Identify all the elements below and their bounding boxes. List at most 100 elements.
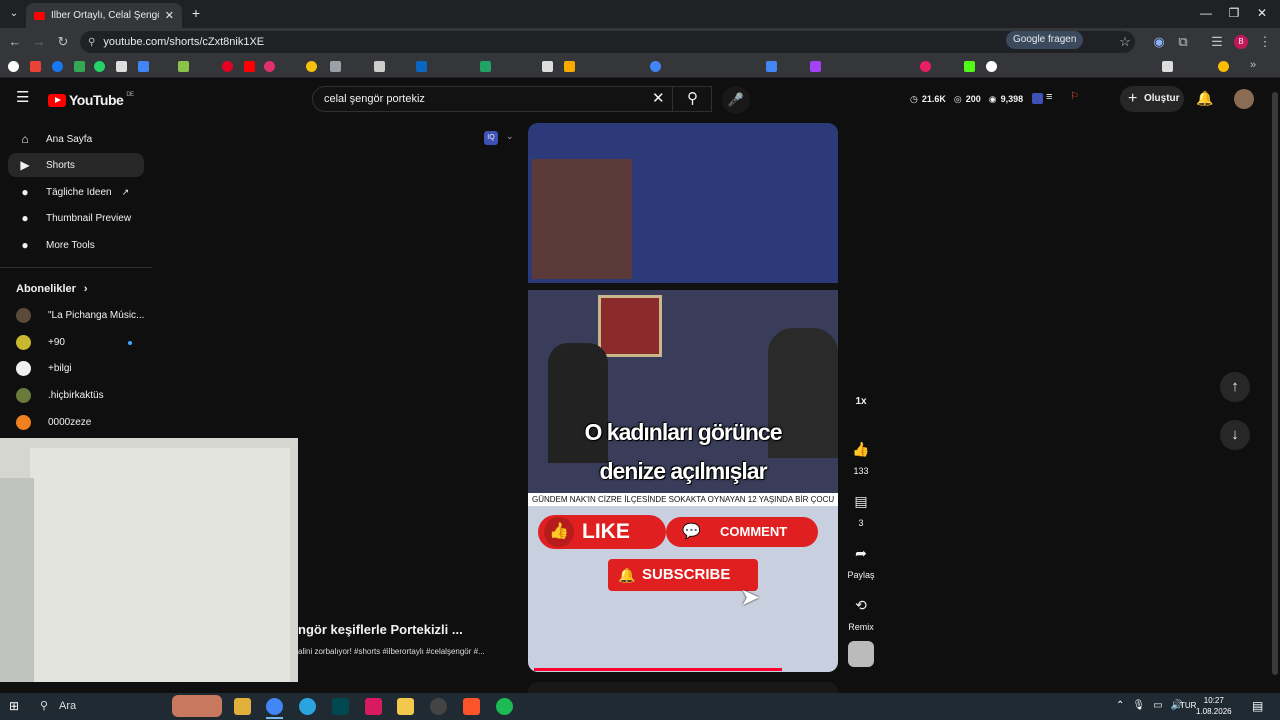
back-icon[interactable]: ← — [6, 33, 24, 51]
previous-short-button[interactable]: ↑ — [1220, 372, 1250, 402]
obs-icon[interactable] — [430, 698, 447, 715]
create-button[interactable]: + Oluştur — [1120, 86, 1184, 112]
acrobat-icon[interactable] — [365, 698, 382, 715]
tab-list-icon[interactable]: ⌄ — [6, 6, 22, 22]
share-button[interactable]: ➦ Paylaş — [846, 540, 876, 580]
subscriptions-header[interactable]: Abonelikler › — [16, 283, 88, 295]
extension-icon[interactable]: ◉ — [1150, 33, 1168, 51]
forward-icon[interactable]: → — [30, 33, 48, 51]
remix-button[interactable]: ⟲ Remix — [848, 592, 874, 632]
browser-tab[interactable]: İlber Ortaylı, Celal Şengör keşifl ✕ — [26, 3, 182, 28]
comments-button[interactable]: ▤ 3 — [848, 488, 874, 528]
profile-avatar-icon[interactable]: B — [1234, 35, 1248, 49]
subscription-item[interactable]: 0000zeze — [16, 413, 91, 431]
new-tab-icon[interactable]: + — [188, 5, 204, 21]
tab-close-icon[interactable]: ✕ — [165, 9, 174, 22]
restore-icon[interactable]: ❐ — [1224, 5, 1244, 21]
subscription-item[interactable]: "La Pichanga Músic... — [16, 306, 144, 324]
next-short-button[interactable]: ↓ — [1220, 420, 1250, 450]
menu-hamburger-icon[interactable]: ☰ — [16, 90, 32, 106]
subscription-item[interactable]: +90 — [16, 333, 65, 351]
sound-thumbnail[interactable] — [848, 641, 874, 667]
bookmark-notes-icon[interactable] — [564, 61, 575, 72]
audition-icon[interactable] — [332, 698, 349, 715]
brave-icon[interactable] — [463, 698, 480, 715]
reload-icon[interactable]: ↻ — [54, 33, 72, 51]
address-bar[interactable]: ⚲ youtube.com/shorts/cZxt8nik1XE — [80, 31, 1135, 53]
clear-search-icon[interactable]: ✕ — [652, 91, 665, 107]
short-title[interactable]: ngör keşiflerle Portekizli ... — [298, 622, 463, 637]
sidebar-item-more-tools[interactable]: ● More Tools — [8, 233, 144, 257]
bookmark-docs-icon[interactable] — [766, 61, 777, 72]
network-icon[interactable]: ▭ — [1153, 700, 1162, 711]
bookmark-capcut-icon[interactable] — [1162, 61, 1173, 72]
bookmark-pinterest-icon[interactable] — [222, 61, 233, 72]
windows-start-icon[interactable]: ⊞ — [9, 700, 22, 713]
site-info-icon[interactable]: ⚲ — [88, 37, 95, 48]
vidiq-chevron-icon[interactable]: ⌄ — [506, 131, 514, 142]
google-lens-button[interactable]: Google fragen — [1006, 31, 1084, 49]
reading-list-icon[interactable]: ☰ — [1208, 33, 1226, 51]
bookmark-globe-icon[interactable] — [650, 61, 661, 72]
bookmark-music-icon[interactable] — [920, 61, 931, 72]
notification-center-icon[interactable]: ▤ — [1252, 699, 1263, 713]
vidiq-menu-icon[interactable]: IQ — [484, 131, 498, 145]
short-video-player[interactable]: GÜNDEM NAK'IN CİZRE İLÇESİNDE SOKAKTA OY… — [528, 123, 838, 672]
bookmark-gmail-icon[interactable] — [30, 61, 41, 72]
subscription-item[interactable]: +bilgi — [16, 359, 72, 377]
search-button[interactable]: ⚲ — [672, 86, 712, 112]
bookmark-edit-icon[interactable] — [542, 61, 553, 72]
list-icon[interactable]: ≡ — [1046, 91, 1052, 103]
video-progress-bar[interactable] — [534, 668, 782, 671]
short-tags[interactable]: alini zorbalıyor! #shorts #ilberortaylı … — [298, 647, 485, 656]
bookmark-media-icon[interactable] — [810, 61, 821, 72]
bookmark-facebook-icon[interactable] — [52, 61, 63, 72]
bookmark-x-icon[interactable] — [116, 61, 127, 72]
subscription-item[interactable]: .hiçbirkaktüs — [16, 386, 104, 404]
microphone-icon[interactable]: 🎙 — [1132, 700, 1145, 711]
system-tray[interactable]: ⌃ 🎙 ▭ 🔊 — [1116, 700, 1183, 711]
bookmark-google-icon[interactable] — [8, 61, 19, 72]
bookmark-linkedin-icon[interactable] — [416, 61, 427, 72]
page-scrollbar[interactable] — [1272, 92, 1278, 675]
bookmark-star-icon[interactable]: ☆ — [1116, 33, 1134, 51]
sidebar-item-thumbnail-preview[interactable]: ● Thumbnail Preview — [8, 206, 144, 230]
browser-menu-icon[interactable]: ⋮ — [1256, 33, 1274, 51]
chrome-icon[interactable] — [266, 698, 283, 715]
bookmark-folder-icon[interactable] — [330, 61, 341, 72]
file-explorer-icon[interactable] — [234, 698, 251, 715]
sidebar-item-shorts[interactable]: ▶ Shorts — [8, 153, 144, 177]
spotify-icon[interactable] — [496, 698, 513, 715]
extensions-puzzle-icon[interactable]: ⧉ — [1174, 33, 1192, 51]
language-indicator[interactable]: TUR — [1180, 701, 1196, 710]
bookmark-sheets-icon[interactable] — [480, 61, 491, 72]
vidiq-icon[interactable] — [1032, 93, 1043, 104]
bookmark-kick-icon[interactable] — [964, 61, 975, 72]
notifications-bell-icon[interactable]: 🔔 — [1196, 90, 1213, 107]
bookmark-whatsapp-icon[interactable] — [94, 61, 105, 72]
more-bookmarks-icon[interactable]: » — [1250, 59, 1256, 71]
alert-icon[interactable]: ⚐ — [1070, 91, 1079, 102]
tray-chevron-icon[interactable]: ⌃ — [1116, 700, 1124, 711]
bookmark-idea-icon[interactable] — [306, 61, 317, 72]
bookmark-threads-icon[interactable] — [986, 61, 997, 72]
next-short-preview[interactable] — [528, 682, 838, 693]
close-window-icon[interactable]: ✕ — [1252, 5, 1272, 21]
like-button[interactable]: 👍 133 — [848, 436, 874, 476]
telegram-icon[interactable] — [299, 698, 316, 715]
voice-search-icon[interactable]: 🎤 — [722, 86, 750, 114]
user-avatar[interactable] — [1234, 89, 1254, 109]
clock[interactable]: 10:27 1.08.2026 — [1196, 695, 1232, 717]
bookmark-app-icon[interactable] — [178, 61, 189, 72]
bookmark-instagram-icon[interactable] — [264, 61, 275, 72]
sidebar-item-ideas[interactable]: ● Tägliche Ideen ↗ — [8, 180, 144, 204]
bookmark-youtube-icon[interactable] — [244, 61, 255, 72]
bookmark-chrome-icon[interactable] — [1218, 61, 1229, 72]
bookmark-translate-icon[interactable] — [138, 61, 149, 72]
sidebar-item-home[interactable]: ⌂ Ana Sayfa — [8, 127, 144, 151]
youtube-logo[interactable]: YouTube DE — [48, 92, 134, 108]
speed-control[interactable]: 1x — [848, 396, 874, 407]
app-icon[interactable] — [397, 698, 414, 715]
minimize-icon[interactable]: — — [1196, 5, 1216, 21]
bookmark-wiki-icon[interactable] — [374, 61, 385, 72]
